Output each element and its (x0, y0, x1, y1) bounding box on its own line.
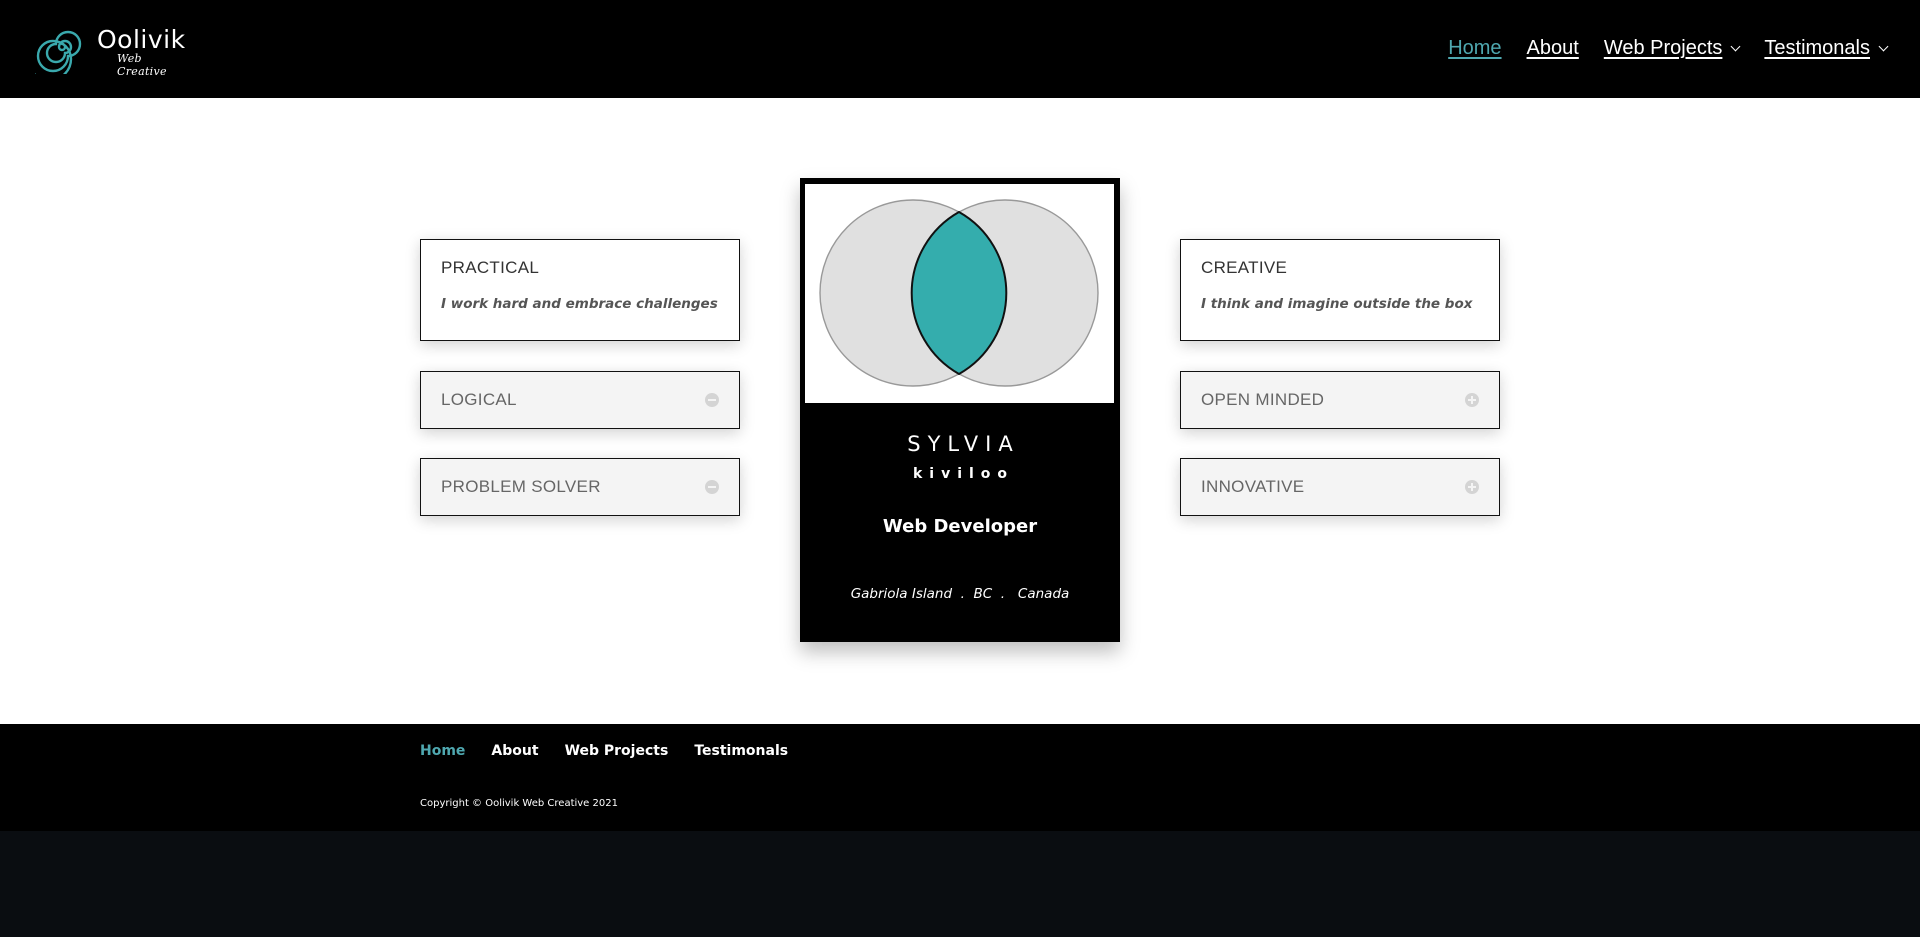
footer-link-testimonals[interactable]: Testimonals (694, 743, 788, 759)
toggle-open-minded[interactable]: OPEN MINDED (1180, 371, 1500, 429)
nav-home-label: Home (1448, 37, 1502, 59)
footer-nav: Home About Web Projects Testimonals (420, 743, 788, 759)
main-content: PRACTICAL I work hard and embrace challe… (0, 98, 1920, 724)
nav-about[interactable]: About (1527, 37, 1579, 60)
practical-box: PRACTICAL I work hard and embrace challe… (420, 239, 740, 341)
creative-box: CREATIVE I think and imagine outside the… (1180, 239, 1500, 341)
plus-circle-icon[interactable] (1465, 480, 1479, 494)
venn-diagram-svg (819, 199, 1099, 387)
toggle-problem-solver[interactable]: PROBLEM SOLVER (420, 458, 740, 516)
toggle-problem-solver-title: PROBLEM SOLVER (441, 477, 601, 496)
plus-circle-icon[interactable] (1465, 393, 1479, 407)
footer-link-home[interactable]: Home (420, 743, 465, 759)
site-header: Oolivik Web Creative Home About Web Proj… (0, 0, 1920, 98)
copyright-text: Copyright © Oolivik Web Creative 2021 (420, 798, 618, 809)
chevron-down-icon (1878, 41, 1889, 51)
practical-title: PRACTICAL (441, 258, 540, 277)
nav-about-label: About (1526, 37, 1579, 59)
site-logo[interactable]: Oolivik Web Creative (35, 20, 195, 78)
nav-web-projects-label: Web Projects (1603, 37, 1723, 59)
card-name: SYLVIA (907, 432, 1020, 456)
profile-card: SYLVIA kiviloo Web Developer Gabriola Is… (800, 178, 1120, 642)
minus-circle-icon[interactable] (705, 393, 719, 407)
nav-testimonals[interactable]: Testimonals (1764, 37, 1889, 60)
site-footer: Home About Web Projects Testimonals Copy… (0, 724, 1920, 831)
venn-diagram (805, 184, 1114, 403)
card-surname: kiviloo (912, 466, 1015, 482)
practical-text: I work hard and embrace challenges (441, 296, 718, 312)
main-nav: Home About Web Projects Testimonals (1448, 37, 1889, 60)
footer-link-web-projects[interactable]: Web Projects (565, 743, 669, 759)
minus-circle-icon[interactable] (705, 480, 719, 494)
toggle-open-minded-title: OPEN MINDED (1201, 390, 1325, 409)
footer-link-about[interactable]: About (491, 743, 538, 759)
nav-testimonals-label: Testimonals (1764, 37, 1870, 59)
card-role: Web Developer (882, 516, 1038, 537)
toggle-logical-title: LOGICAL (441, 390, 517, 409)
logo-title: Oolivik (97, 25, 186, 54)
toggle-innovative[interactable]: INNOVATIVE (1180, 458, 1500, 516)
toggle-innovative-title: INNOVATIVE (1201, 477, 1305, 496)
creative-title: CREATIVE (1201, 258, 1288, 277)
logo-subtitle: Web Creative (117, 52, 167, 78)
nav-web-projects[interactable]: Web Projects (1603, 37, 1741, 60)
toggle-logical[interactable]: LOGICAL (420, 371, 740, 429)
card-location: Gabriola Island . BC . Canada (850, 586, 1070, 602)
spiral-logo-icon (35, 30, 82, 74)
chevron-down-icon (1730, 41, 1741, 51)
nav-home[interactable]: Home (1448, 37, 1501, 60)
creative-text: I think and imagine outside the box (1201, 296, 1473, 312)
